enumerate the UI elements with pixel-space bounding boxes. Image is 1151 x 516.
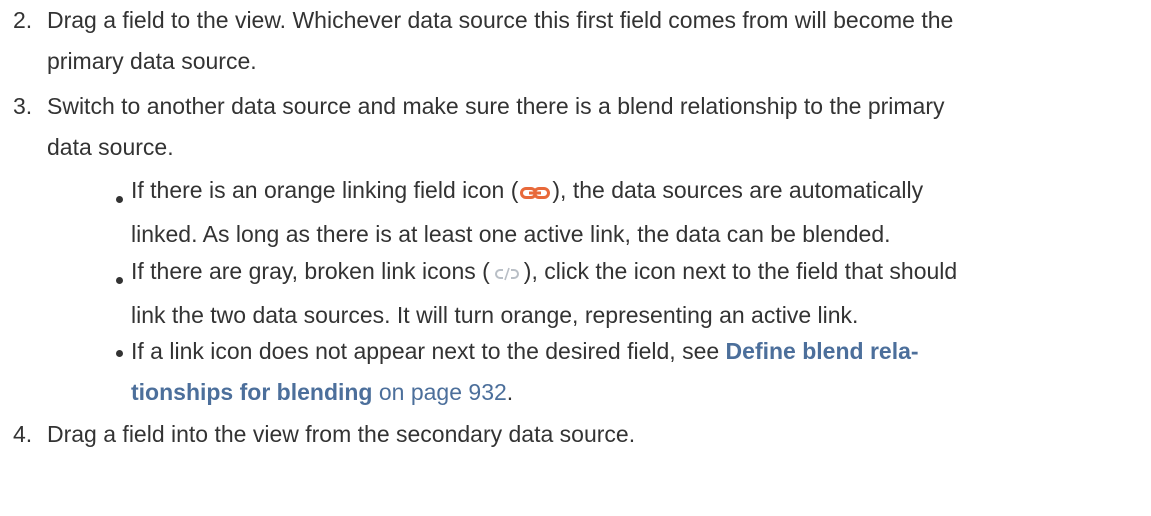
bullet-text: ), the data sources are automatically — [552, 177, 924, 203]
page-reference-link[interactable]: on page 932 — [372, 379, 507, 405]
step-text-line: Drag a field to the view. Whichever data… — [47, 7, 954, 33]
bullet-text-line: linked. As long as there is at least one… — [131, 221, 891, 247]
bullet-text: . — [506, 379, 514, 405]
bullet-text-line: link the two data sources. It will turn … — [131, 302, 859, 328]
cross-reference-link[interactable]: Define blend rela- — [726, 338, 919, 364]
step-number: 4. — [13, 421, 33, 447]
bullet-text: If there is an orange linking field icon… — [131, 177, 519, 203]
bullet-text: If a link icon does not appear next to t… — [131, 338, 726, 364]
bullet-dot — [116, 196, 123, 203]
bullet-text-line: If a link icon does not appear next to t… — [131, 335, 919, 367]
step-text-line: data source. — [47, 134, 174, 160]
bullet-text: ), click the icon next to the field that… — [523, 258, 958, 284]
cross-reference-link[interactable]: tionships for blending — [131, 379, 372, 405]
step-text-line: Drag a field into the view from the seco… — [47, 421, 636, 447]
gray-broken-link-icon — [494, 257, 520, 289]
bullet-dot — [116, 350, 123, 357]
step-number: 2. — [13, 7, 33, 33]
bullet-text-line: If there is an orange linking field icon… — [131, 174, 923, 208]
orange-link-icon — [520, 176, 551, 208]
bullet-text: If there are gray, broken link icons ( — [131, 258, 490, 284]
bullet-dot — [116, 277, 123, 284]
step-number: 3. — [13, 93, 33, 119]
bullet-text-line: tionships for blending on page 932. — [131, 376, 513, 408]
step-text-line: Switch to another data source and make s… — [47, 93, 945, 119]
bullet-text-line: If there are gray, broken link icons (),… — [131, 255, 957, 289]
step-text-line: primary data source. — [47, 48, 257, 74]
